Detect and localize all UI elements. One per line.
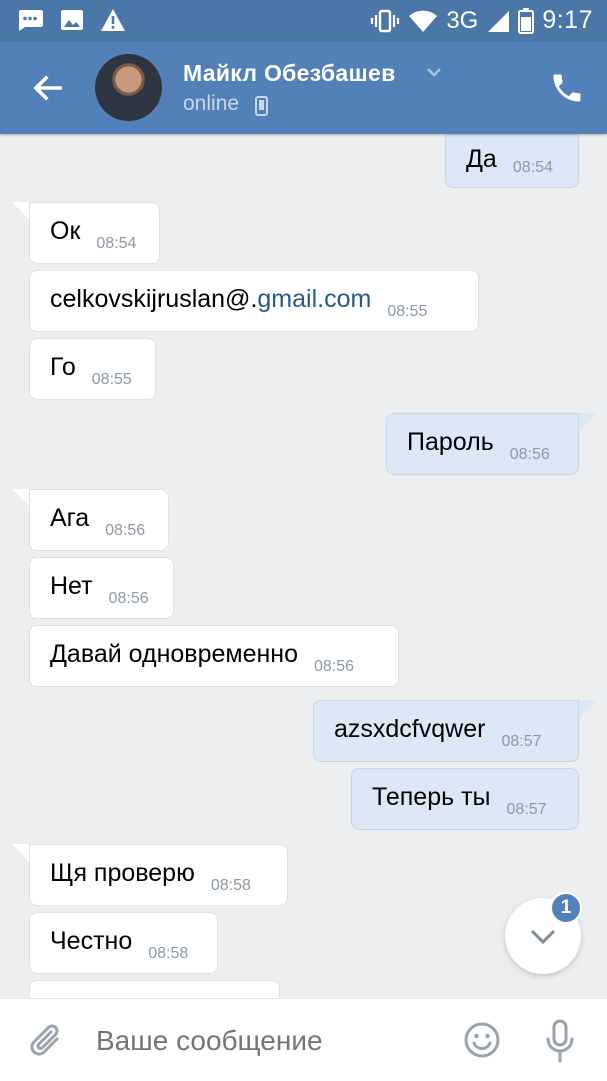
composer-bar [0, 998, 607, 1081]
warning-icon [101, 9, 125, 31]
message-text-prefix: celkovskijruslan@. [50, 284, 258, 313]
incoming-message[interactable]: celkovskijruslan@.gmail.com 08:55 [29, 270, 479, 332]
incoming-message[interactable]: Го 08:55 [29, 338, 156, 400]
message-time: 08:55 [91, 371, 132, 388]
outgoing-message[interactable]: Да 08:54 [445, 134, 579, 188]
incoming-message[interactable] [29, 980, 280, 998]
message-text: Ок [50, 216, 81, 245]
message-time: 08:56 [105, 522, 146, 539]
incoming-message[interactable]: Честно 08:58 [29, 912, 218, 974]
mobile-device-icon [255, 96, 268, 116]
incoming-message[interactable]: Давай одновременно 08:56 [29, 625, 399, 687]
wifi-icon [409, 10, 438, 32]
outgoing-message[interactable]: Теперь ты 08:57 [351, 768, 579, 830]
message-time: 08:58 [210, 877, 251, 894]
message-text: celkovskijruslan@.gmail.com [50, 285, 371, 318]
status-bar: 3G 9:17 [0, 0, 607, 42]
phone-call-icon[interactable] [549, 70, 585, 106]
avatar[interactable] [95, 54, 162, 121]
contact-status: online [183, 92, 240, 115]
image-notification-icon [61, 10, 83, 30]
message-list[interactable]: Да 08:54 Ок 08:54 celkovskijruslan@.gmai… [0, 134, 607, 998]
message-time: 08:56 [314, 658, 355, 675]
message-time: 08:54 [96, 235, 137, 252]
chevron-down-icon [530, 929, 556, 945]
message-time: 08:57 [501, 733, 542, 750]
message-text: Да [466, 144, 497, 173]
chevron-down-icon[interactable] [424, 62, 444, 82]
incoming-message[interactable]: Ок 08:54 [29, 202, 160, 264]
network-type-label: 3G [446, 6, 479, 34]
message-notification-icon [19, 10, 43, 31]
message-text: Теперь ты [372, 782, 491, 811]
message-time: 08:56 [108, 590, 149, 607]
message-text: Честно [50, 926, 133, 955]
battery-icon [518, 7, 535, 34]
incoming-message[interactable]: Щя проверю 08:58 [29, 844, 288, 906]
message-text: Пароль [407, 427, 494, 456]
message-time: 08:56 [509, 446, 550, 463]
message-time: 08:55 [387, 303, 428, 320]
message-text: Нет [50, 571, 93, 600]
message-time: 08:57 [506, 801, 547, 818]
incoming-message[interactable]: Нет 08:56 [29, 557, 174, 619]
chat-header: Майкл Обезбашев online [0, 42, 607, 134]
message-text: Давай одновременно [50, 639, 298, 668]
emoji-icon[interactable] [463, 1021, 501, 1059]
vibrate-icon [371, 9, 400, 32]
bubble-tail [577, 413, 597, 433]
message-text: Щя проверю [50, 858, 195, 887]
bubble-tail [577, 700, 597, 720]
microphone-icon[interactable] [544, 1019, 576, 1063]
outgoing-message[interactable]: azsxdcfvqwer 08:57 [313, 700, 579, 762]
message-text: Ага [50, 503, 90, 532]
message-time: 08:54 [512, 159, 553, 176]
back-arrow-icon[interactable] [26, 66, 70, 110]
message-link[interactable]: gmail.com [257, 285, 371, 313]
contact-name[interactable]: Майкл Обезбашев [183, 60, 396, 87]
unread-count-badge: 1 [550, 892, 582, 924]
message-time: 08:58 [148, 945, 189, 962]
clock-label: 9:17 [542, 6, 593, 34]
message-text: azsxdcfvqwer [334, 714, 486, 743]
signal-icon [488, 10, 510, 32]
incoming-message[interactable]: Ага 08:56 [29, 489, 169, 551]
message-text: Го [50, 352, 76, 381]
outgoing-message[interactable]: Пароль 08:56 [386, 413, 579, 475]
message-input[interactable] [96, 1023, 436, 1059]
paperclip-icon[interactable] [28, 1019, 68, 1063]
